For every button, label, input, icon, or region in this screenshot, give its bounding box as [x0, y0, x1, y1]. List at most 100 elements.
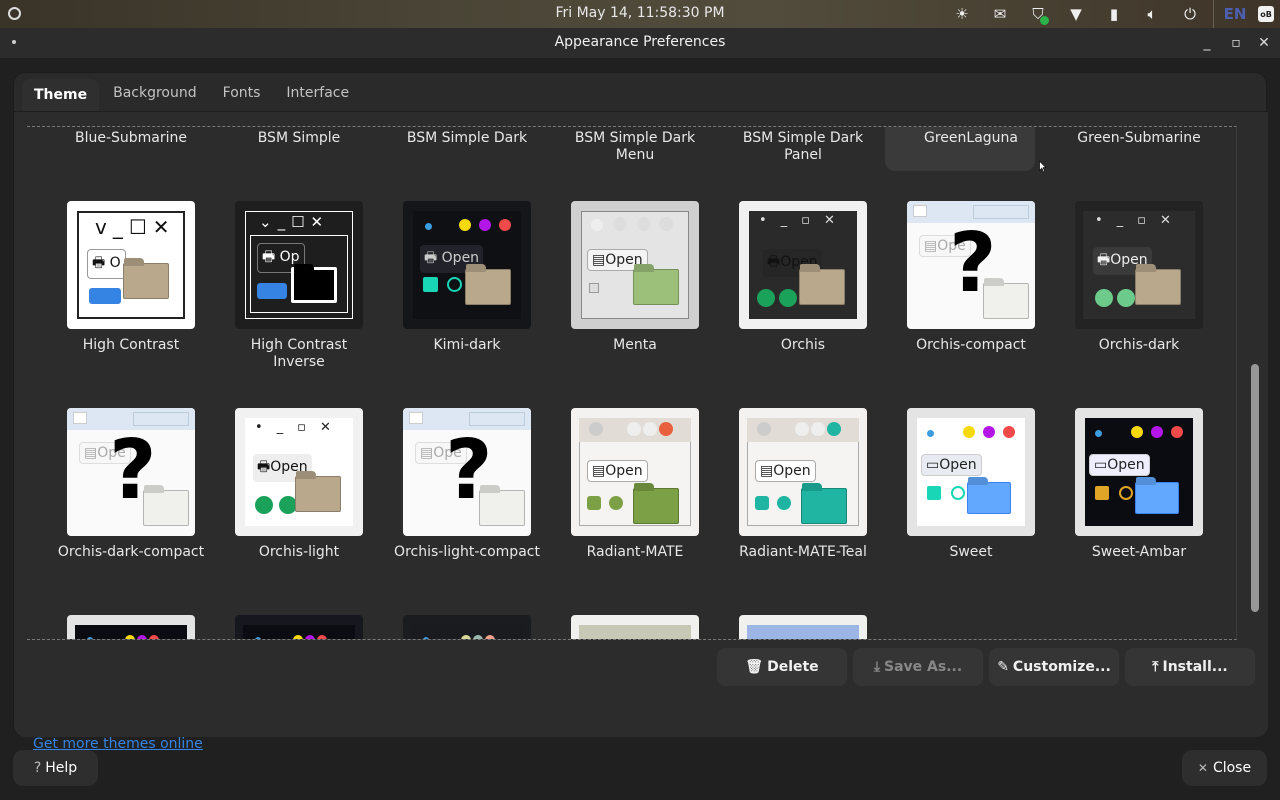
tab-background[interactable]: Background [101, 79, 209, 111]
theme-item[interactable]: •_▫✕ 🖶Open Orchis-light [207, 408, 375, 598]
theme-actions: 🗑︎ Delete ⤓ Save As... ✎ Customize... ⤒ Inst… [717, 648, 1255, 686]
theme-item[interactable]: Green-Submarine [1047, 127, 1215, 175]
checkbox-preview [89, 288, 121, 304]
theme-preview: ⌄_☐✕ 🖶 Op [235, 201, 363, 329]
tab-theme[interactable]: Theme [22, 79, 100, 111]
mail-icon[interactable]: ✉ [981, 0, 1019, 28]
theme-preview [67, 615, 195, 639]
theme-item[interactable] [375, 615, 543, 639]
dot [293, 635, 303, 639]
theme-item[interactable]: BSM Simple Dark [375, 127, 543, 175]
window-controls: •_▫✕ [1095, 213, 1185, 228]
theme-item[interactable]: BSM Simple [207, 127, 375, 175]
theme-item[interactable] [207, 615, 375, 639]
volume-icon[interactable]: 🔈︎ [1133, 0, 1171, 28]
install-button[interactable]: ⤒ Install... [1125, 648, 1255, 686]
folder-icon [1135, 269, 1181, 305]
theme-item[interactable]: BSM Simple Dark Menu [543, 127, 711, 175]
scrollbar-thumb[interactable] [1251, 364, 1259, 612]
shield-check-icon[interactable]: ⛉ [1019, 0, 1057, 28]
theme-name: Orchis-compact [916, 337, 1026, 353]
theme-item[interactable]: ▤Open Radiant-MATE [543, 408, 711, 598]
dot [643, 422, 657, 436]
maximize-button[interactable]: ▫ [1226, 33, 1246, 53]
upload-icon: ⤒ [1152, 659, 1159, 675]
dot [473, 635, 483, 639]
tab-interface[interactable]: Interface [274, 79, 361, 111]
dot [1095, 430, 1102, 437]
theme-item[interactable]: Blue-Submarine [39, 127, 207, 175]
theme-item[interactable]: ▭Open Sweet [879, 408, 1047, 598]
delete-button[interactable]: 🗑︎ Delete [717, 648, 847, 686]
brightness-icon[interactable]: ☀ [943, 0, 981, 28]
tab-fonts[interactable]: Fonts [211, 79, 273, 111]
language-indicator[interactable]: EN [1218, 5, 1252, 23]
theme-item[interactable]: ▤Open Menta [543, 201, 711, 391]
theme-item[interactable]: ⌄_☐✕ 🖶 Op High Contrast Inverse [207, 201, 375, 391]
minimize-button[interactable]: _ [1197, 33, 1217, 53]
close-button[interactable]: ✕ Close [1182, 750, 1267, 786]
theme-item[interactable]: ▤Ope? Orchis-light-compact [375, 408, 543, 598]
theme-item[interactable]: GreenLaguna [879, 127, 1047, 175]
theme-item[interactable]: •_▫✕ 🖶Open Orchis-dark [1047, 201, 1215, 391]
theme-item[interactable] [711, 615, 879, 639]
theme-item[interactable]: 🖶 Open Kimi-dark [375, 201, 543, 391]
folder-icon [143, 490, 189, 526]
folder-icon [479, 490, 525, 526]
save-icon: ⤓ [873, 659, 881, 675]
checkbox-preview [257, 283, 287, 299]
radio-preview [779, 289, 797, 307]
theme-grid[interactable]: Blue-Submarine BSM Simple BSM Simple Dark B… [27, 126, 1237, 640]
customize-button[interactable]: ✎ Customize... [989, 648, 1119, 686]
theme-item[interactable] [39, 615, 207, 639]
theme-name: Kimi-dark [433, 337, 501, 353]
wifi-icon[interactable]: ▼ [1057, 0, 1095, 28]
dot [255, 637, 261, 639]
customize-label: Customize... [1012, 659, 1111, 675]
window-icon [913, 205, 927, 217]
folder-icon [633, 488, 679, 524]
theme-item[interactable]: ▭Open Sweet-Ambar [1047, 408, 1215, 598]
radio-preview [777, 496, 791, 510]
folder-icon [465, 269, 511, 305]
theme-pane: Blue-Submarine BSM Simple BSM Simple Dark B… [14, 111, 1268, 752]
close-dot [659, 422, 673, 436]
system-tray: ☀ ✉ ⛉ ▼ ▮ 🔈︎ ⏻ EN oB [943, 0, 1280, 28]
open-button-preview: 🖶 O [87, 249, 126, 279]
scrollbar[interactable] [1250, 126, 1260, 640]
theme-preview: ▤Ope? [67, 408, 195, 536]
theme-preview: ▭Open [907, 408, 1035, 536]
checkbox-preview [587, 496, 601, 510]
dot [499, 219, 511, 231]
dot [591, 219, 603, 231]
theme-item[interactable]: BSM Simple Dark Panel [711, 127, 879, 175]
notebook: Theme Background Fonts Interface Blue-Su… [13, 72, 1268, 752]
dot [927, 430, 934, 437]
power-icon[interactable]: ⏻ [1171, 0, 1209, 28]
theme-name: Orchis-dark-compact [57, 544, 205, 560]
theme-item[interactable]: •_▫✕ 🖶Open Orchis [711, 201, 879, 391]
theme-item[interactable]: v_☐✕ 🖶 O High Contrast [39, 201, 207, 391]
close-window-button[interactable]: ✕ [1254, 33, 1274, 53]
theme-item[interactable]: ▤Ope? Orchis-compact [879, 201, 1047, 391]
keyboard-badge[interactable]: oB [1258, 6, 1274, 22]
theme-name: Orchis-dark [1098, 337, 1180, 353]
close-dot [827, 422, 841, 436]
theme-item[interactable] [543, 615, 711, 639]
dot [1131, 426, 1143, 438]
tray-separator [1213, 0, 1214, 28]
theme-name: Orchis [780, 337, 826, 353]
trash-icon: 🗑︎ [745, 659, 764, 675]
save-as-button[interactable]: ⤓ Save As... [853, 648, 983, 686]
help-label: Help [45, 760, 78, 776]
theme-name: BSM Simple Dark [406, 130, 528, 146]
theme-name: High Contrast Inverse [250, 337, 348, 370]
theme-item[interactable]: ▤Open Radiant-MATE-Teal [711, 408, 879, 598]
theme-preview: v_☐✕ 🖶 O [67, 201, 195, 329]
help-button[interactable]: ? Help [13, 750, 98, 786]
theme-item[interactable]: ▤Ope? Orchis-dark-compact [39, 408, 207, 598]
dot [125, 635, 135, 639]
inner [579, 625, 691, 639]
battery-icon[interactable]: ▮ [1095, 0, 1133, 28]
theme-name: Radiant-MATE-Teal [739, 544, 867, 560]
